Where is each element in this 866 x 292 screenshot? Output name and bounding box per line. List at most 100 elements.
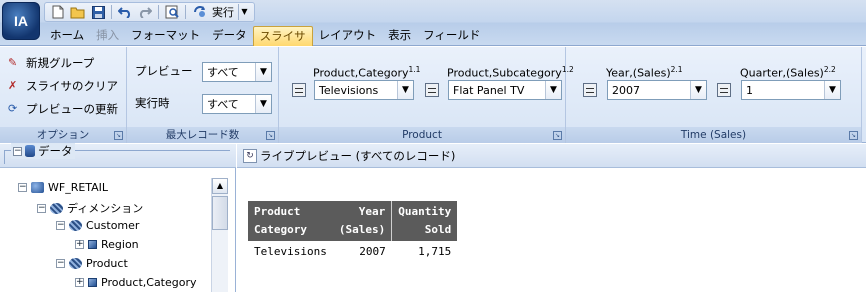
tree-node-customer[interactable]: − Customer (56, 219, 139, 232)
time-launcher-icon[interactable]: ↘ (849, 131, 858, 140)
dimension-icon (69, 258, 82, 269)
preview-header: ↻ ライブプレビュー (すべてのレコード) (237, 144, 866, 168)
column-header-year-sales: Year (Sales) (332, 201, 392, 241)
run-records-select[interactable]: すべて ▼ (202, 94, 272, 114)
time-group: Year,(Sales)2.1 2007 ▼ Quarter,(Sales)2.… (566, 47, 862, 143)
tree-label: Region (101, 238, 139, 251)
tree-scrollbar[interactable]: ▲ (211, 178, 228, 292)
preview-title-text: ライブプレビュー (すべてのレコード) (260, 149, 456, 163)
header-line: Year (358, 205, 386, 218)
tree-node-region[interactable]: + Region (75, 238, 139, 251)
table-cell: Televisions (254, 245, 327, 258)
redo-icon[interactable] (136, 4, 154, 20)
options-launcher-icon[interactable]: ↘ (114, 131, 123, 140)
tree-node-wf-retail[interactable]: − WF_RETAIL (18, 181, 108, 194)
collapse-icon[interactable]: − (56, 259, 65, 268)
run-button[interactable]: 実行 (190, 4, 236, 20)
quarter-sales-select[interactable]: 1 ▼ (741, 80, 841, 100)
tab-slicer[interactable]: スライサ (252, 26, 313, 46)
collapse-icon[interactable]: − (37, 203, 46, 213)
tree-label: WF_RETAIL (48, 181, 109, 194)
new-group-button[interactable]: ✎ 新規グループ (8, 55, 94, 71)
filter-list-icon[interactable] (583, 83, 597, 97)
tab-format[interactable]: フォーマット (125, 26, 206, 46)
refresh-preview-button[interactable]: ⟳ プレビューの更新 (8, 101, 118, 117)
new-group-icon: ✎ (8, 56, 18, 69)
toolbar-separator (111, 5, 112, 19)
year-sales-value: 2007 (612, 83, 640, 97)
chevron-down-icon[interactable]: ▼ (255, 95, 271, 113)
max-records-launcher-icon[interactable]: ↘ (266, 131, 275, 140)
header-line: Quantity (398, 205, 452, 218)
time-caption: Time (Sales) (566, 127, 861, 143)
product-category-sup: 1.1 (408, 65, 421, 74)
max-records-caption: 最大レコード数 (127, 127, 278, 143)
tab-fields[interactable]: フィールド (417, 26, 486, 46)
tab-insert: 挿入 (96, 28, 120, 42)
toolbar-separator (158, 5, 159, 19)
expand-icon[interactable]: + (75, 278, 84, 287)
save-icon[interactable] (89, 4, 107, 20)
product-subcategory-label: Product,Subcategory1.2 (447, 65, 574, 80)
run-icon (192, 4, 210, 20)
year-sales-sup: 2.1 (670, 65, 683, 74)
tree-label: Product,Category (101, 276, 197, 289)
chevron-down-icon[interactable]: ▼ (397, 81, 413, 99)
preview-title: ↻ ライブプレビュー (すべてのレコード) (243, 148, 455, 164)
data-panel-header: − データ (0, 143, 236, 168)
max-records-group: プレビュー すべて ▼ 実行時 すべて ▼ 最大レコード数 ↘ (127, 47, 279, 143)
header-line: (Sales) (338, 223, 386, 236)
product-category-select[interactable]: Televisions ▼ (314, 80, 414, 100)
quick-access-toolbar: 実行 ▼ (44, 2, 255, 22)
run-dropdown-icon[interactable]: ▼ (238, 4, 250, 20)
product-caption: Product (279, 127, 565, 143)
table-row: Televisions 2007 1,715 (248, 241, 457, 263)
scroll-up-icon[interactable]: ▲ (212, 178, 228, 194)
collapse-icon[interactable]: − (13, 146, 22, 156)
tree-label: Product (86, 257, 128, 270)
dimension-icon (69, 220, 82, 231)
tab-view[interactable]: 表示 (382, 26, 417, 46)
ribbon-tabs: ホーム 挿入 フォーマット データ スライサ レイアウト 表示 フィールド (44, 24, 486, 46)
field-icon (88, 240, 97, 249)
tab-data[interactable]: データ (206, 26, 253, 46)
run-label: 実行 (212, 6, 234, 19)
dimension-icon (50, 202, 63, 214)
tab-layout[interactable]: レイアウト (313, 26, 383, 46)
new-doc-icon[interactable] (49, 4, 67, 20)
quarter-sales-label: Quarter,(Sales)2.2 (740, 65, 836, 80)
product-launcher-icon[interactable]: ↘ (553, 131, 562, 140)
preview-records-select[interactable]: すべて ▼ (202, 62, 272, 82)
expand-icon[interactable]: + (75, 240, 84, 249)
filter-list-icon[interactable] (292, 83, 306, 97)
chevron-down-icon[interactable]: ▼ (690, 81, 706, 99)
product-subcategory-label-text: Product,Subcategory (447, 66, 562, 80)
chevron-down-icon[interactable]: ▼ (824, 81, 840, 99)
scroll-thumb[interactable] (212, 196, 228, 230)
column-header-product-category: Product Category (248, 201, 333, 241)
clear-slicer-button[interactable]: ✗ スライサのクリア (8, 78, 118, 94)
preview-icon[interactable] (163, 4, 181, 20)
tab-home[interactable]: ホーム (44, 26, 90, 46)
header-line: Sold (424, 223, 452, 236)
quarter-sales-label-text: Quarter,(Sales) (740, 66, 824, 80)
filter-list-icon[interactable] (425, 83, 439, 97)
filter-list-icon[interactable] (717, 83, 731, 97)
product-subcategory-value: Flat Panel TV (453, 83, 525, 97)
chevron-down-icon[interactable]: ▼ (545, 81, 561, 99)
tree-node-product-category[interactable]: + Product,Category (75, 276, 197, 289)
table-cell: 2007 (359, 245, 386, 258)
tree-node-product[interactable]: − Product (56, 257, 128, 270)
collapse-icon[interactable]: − (18, 183, 27, 192)
open-folder-icon[interactable] (69, 4, 87, 20)
collapse-icon[interactable]: − (56, 221, 65, 230)
tree-node-dimensions[interactable]: − ディメンション (37, 200, 143, 216)
chevron-down-icon[interactable]: ▼ (255, 63, 271, 81)
data-panel-title: − データ (11, 143, 75, 159)
year-sales-label-text: Year,(Sales) (606, 66, 671, 80)
year-sales-select[interactable]: 2007 ▼ (607, 80, 707, 100)
database-icon (25, 145, 35, 157)
undo-icon[interactable] (116, 4, 134, 20)
app-logo[interactable]: IA (2, 2, 40, 40)
product-subcategory-select[interactable]: Flat Panel TV ▼ (448, 80, 562, 100)
